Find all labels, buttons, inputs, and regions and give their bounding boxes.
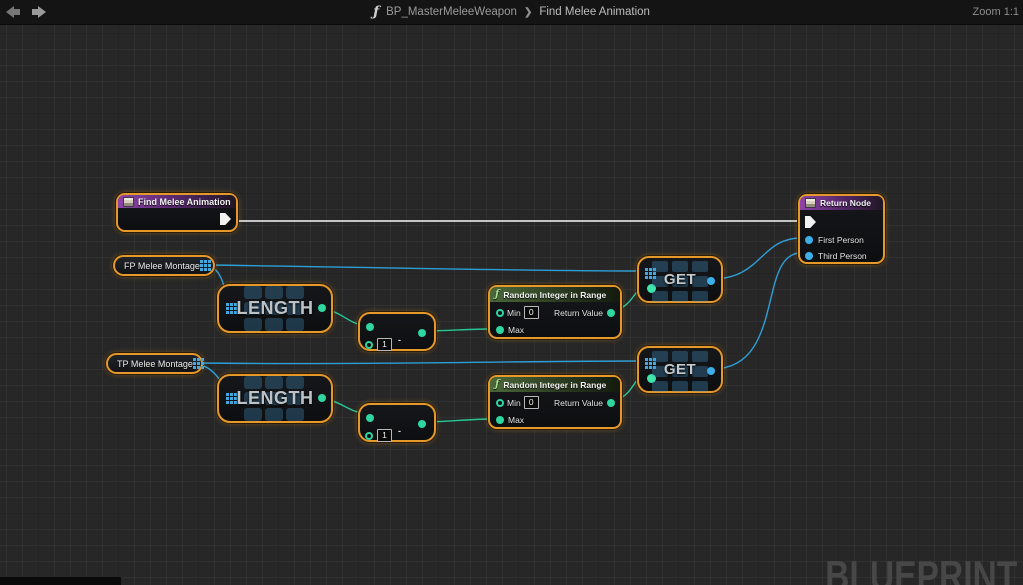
subtract-operator: - — [398, 338, 401, 343]
return-value-output-pin[interactable] — [607, 399, 615, 407]
node-title: Random Integer in Range — [503, 380, 606, 390]
min-input-value[interactable]: 0 — [524, 396, 539, 409]
node-get-2[interactable]: GET — [637, 346, 723, 393]
function-icon: ƒ — [373, 5, 379, 19]
node-subtract-1[interactable]: 1 - — [358, 312, 436, 351]
wire-tp-to-get2[interactable] — [196, 361, 646, 364]
wire-get2-to-return-third[interactable] — [712, 253, 801, 369]
node-return[interactable]: Return Node First Person Third Person — [798, 194, 885, 264]
node-title: Random Integer in Range — [503, 290, 606, 300]
node-label: LENGTH — [237, 298, 314, 319]
array-output-pin[interactable] — [200, 260, 211, 271]
min-input-pin[interactable] — [496, 399, 504, 407]
int-input-a-pin[interactable] — [366, 414, 374, 422]
node-subtract-2[interactable]: 1 - — [358, 403, 436, 442]
node-header: ƒ Random Integer in Range — [490, 377, 620, 392]
node-random-integer-in-range-1[interactable]: ƒ Random Integer in Range Min 0 Return V… — [488, 285, 622, 339]
node-label: GET — [664, 271, 696, 288]
function-result-icon — [805, 198, 816, 208]
breadcrumb-current[interactable]: Find Melee Animation — [539, 6, 650, 18]
max-label: Max — [508, 415, 524, 425]
min-label: Min — [507, 308, 521, 318]
third-person-input-pin[interactable] — [805, 252, 813, 260]
max-label: Max — [508, 325, 524, 335]
node-find-melee-animation[interactable]: Find Melee Animation — [116, 193, 238, 232]
int-input-a-pin[interactable] — [366, 323, 374, 331]
return-value-label: Return Value — [554, 398, 603, 408]
int-input-b-pin[interactable] — [365, 432, 373, 440]
subtract-operator: - — [398, 429, 401, 434]
function-icon: ƒ — [495, 380, 499, 390]
min-input-value[interactable]: 0 — [524, 306, 539, 319]
graph-toolbar: ƒ BP_MasterMeleeWeapon ❯ Find Melee Anim… — [0, 0, 1023, 25]
node-length-2[interactable]: LENGTH — [217, 374, 333, 423]
node-label: LENGTH — [237, 388, 314, 409]
int-output-pin[interactable] — [418, 329, 426, 337]
node-random-integer-in-range-2[interactable]: ƒ Random Integer in Range Min 0 Return V… — [488, 375, 622, 429]
node-get-1[interactable]: GET — [637, 256, 723, 303]
function-icon: ƒ — [495, 290, 499, 300]
variable-label: FP Melee Montage — [124, 261, 200, 271]
exec-input-pin[interactable] — [805, 216, 816, 228]
first-person-label: First Person — [818, 235, 864, 245]
int-input-b-pin[interactable] — [365, 341, 373, 349]
node-fp-melee-montage[interactable]: FP Melee Montage — [113, 255, 215, 276]
zoom-level-label: Zoom 1:1 — [973, 6, 1019, 18]
int-input-value[interactable]: 1 — [377, 338, 392, 351]
min-label: Min — [507, 398, 521, 408]
node-header: Return Node — [800, 196, 883, 210]
blueprint-editor-window: ƒ BP_MasterMeleeWeapon ❯ Find Melee Anim… — [0, 0, 1023, 585]
max-input-pin[interactable] — [496, 416, 504, 424]
int-input-value[interactable]: 1 — [377, 429, 392, 442]
node-title: Return Node — [820, 198, 871, 208]
forward-arrow-icon[interactable] — [29, 5, 46, 19]
exec-output-pin[interactable] — [220, 213, 231, 225]
wire-fp-to-get1[interactable] — [208, 265, 646, 271]
node-header: Find Melee Animation — [118, 195, 236, 208]
first-person-input-pin[interactable] — [805, 236, 813, 244]
node-title: Find Melee Animation — [138, 197, 231, 207]
chevron-right-icon: ❯ — [524, 7, 532, 18]
return-value-output-pin[interactable] — [607, 309, 615, 317]
bottom-panel-edge — [0, 577, 121, 585]
third-person-label: Third Person — [818, 251, 867, 261]
back-arrow-icon[interactable] — [6, 5, 23, 19]
int-output-pin[interactable] — [418, 420, 426, 428]
node-label: GET — [664, 361, 696, 378]
max-input-pin[interactable] — [496, 326, 504, 334]
node-header: ƒ Random Integer in Range — [490, 287, 620, 302]
graph-canvas[interactable]: Find Melee Animation FP Melee Montage TP… — [0, 24, 1023, 585]
variable-label: TP Melee Montage — [117, 359, 193, 369]
function-entry-icon — [123, 197, 134, 207]
node-length-1[interactable]: LENGTH — [217, 284, 333, 333]
breadcrumb: ƒ BP_MasterMeleeWeapon ❯ Find Melee Anim… — [373, 0, 650, 24]
array-output-pin[interactable] — [193, 358, 204, 369]
breadcrumb-parent[interactable]: BP_MasterMeleeWeapon — [386, 6, 517, 18]
return-value-label: Return Value — [554, 308, 603, 318]
node-tp-melee-montage[interactable]: TP Melee Montage — [106, 353, 203, 374]
min-input-pin[interactable] — [496, 309, 504, 317]
